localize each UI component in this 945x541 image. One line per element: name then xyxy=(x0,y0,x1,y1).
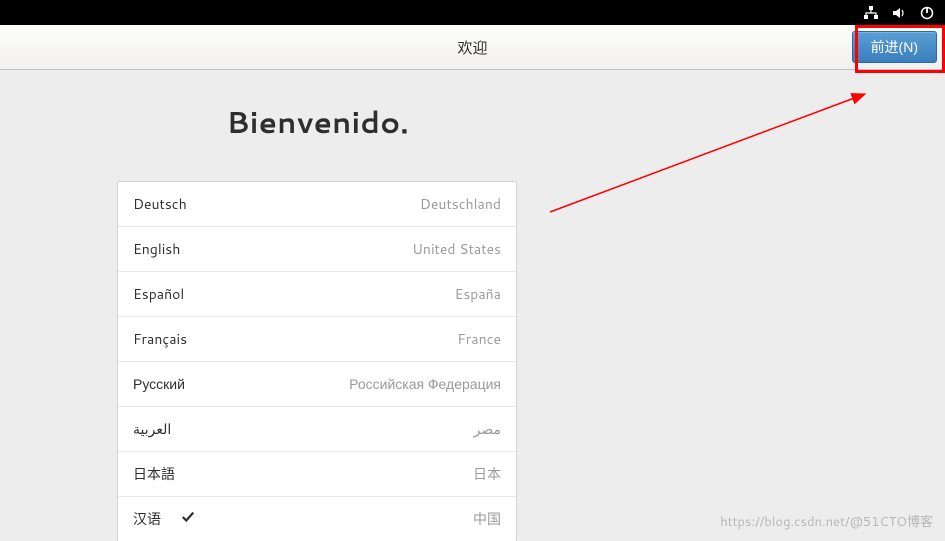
language-country: Deutschland xyxy=(420,194,501,214)
list-item[interactable]: العربية مصر xyxy=(118,407,516,452)
list-item[interactable]: 汉语 中国 xyxy=(118,497,516,541)
list-item[interactable]: English United States xyxy=(118,227,516,272)
header-bar: 欢迎 前进(N) xyxy=(0,25,945,70)
language-country: France xyxy=(457,329,501,349)
header-title: 欢迎 xyxy=(457,37,487,58)
language-name: English xyxy=(133,239,180,259)
list-item[interactable]: Español España xyxy=(118,272,516,317)
language-name: 汉语 xyxy=(133,509,195,529)
welcome-heading: Bienvenido. xyxy=(0,100,945,143)
list-item[interactable]: Русский Российская Федерация xyxy=(118,362,516,407)
language-name: Français xyxy=(133,329,187,349)
language-country: Российская Федерация xyxy=(349,374,501,394)
next-button[interactable]: 前进(N) xyxy=(852,31,937,63)
language-name: العربية xyxy=(133,419,171,439)
list-item[interactable]: Français France xyxy=(118,317,516,362)
list-item[interactable]: 日本語 日本 xyxy=(118,452,516,497)
check-icon xyxy=(181,509,195,529)
next-button-label: 前进(N) xyxy=(871,37,918,57)
language-country: United States xyxy=(412,239,501,259)
language-country: España xyxy=(455,284,501,304)
language-country: 日本 xyxy=(473,464,501,484)
content-area: Bienvenido. Deutsch Deutschland English … xyxy=(0,70,945,541)
list-item[interactable]: Deutsch Deutschland xyxy=(118,182,516,227)
language-name: Español xyxy=(133,284,184,304)
language-name: Русский xyxy=(133,374,185,394)
language-name: Deutsch xyxy=(133,194,187,214)
language-list: Deutsch Deutschland English United State… xyxy=(117,181,517,541)
network-icon[interactable] xyxy=(863,5,879,21)
volume-icon[interactable] xyxy=(891,5,907,21)
language-country: مصر xyxy=(474,419,501,439)
language-name: 日本語 xyxy=(133,464,175,484)
system-topbar xyxy=(0,0,945,25)
language-country: 中国 xyxy=(473,509,501,529)
power-icon[interactable] xyxy=(919,5,935,21)
